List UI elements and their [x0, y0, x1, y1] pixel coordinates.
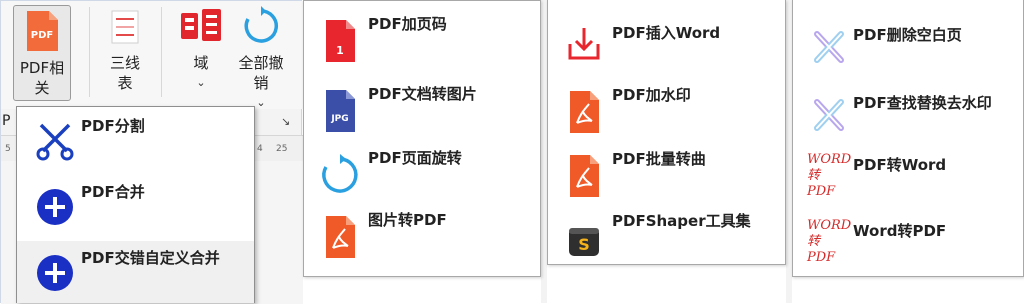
pdf-page-number-icon: 1: [320, 19, 360, 62]
menu-item-pdfshaper-tools[interactable]: S PDFShaper工具集: [548, 202, 785, 264]
menu-item-pdf-merge[interactable]: PDF合并: [17, 175, 254, 237]
menu-item-pdf-to-word[interactable]: WORD 转PDF PDF转Word: [793, 146, 1023, 208]
table-icon: [106, 5, 144, 47]
menu-item-label: PDF合并: [81, 183, 145, 201]
ruler-tick: 4: [257, 144, 263, 154]
menu-item-pdf-insert-word[interactable]: PDF插入Word: [548, 8, 785, 70]
field-label: 域: [193, 54, 209, 72]
cross-delete-icon: [809, 92, 849, 132]
menu-item-label: PDF分割: [81, 117, 145, 135]
pdf-tools-panel-1: 1 PDF加页码 JPG PDF文档转图片 PDF页面旋转 图片转PDF: [303, 0, 541, 277]
pdf-file-icon: [564, 90, 604, 133]
pdf-tools-panel-3: PDF删除空白页 PDF查找替换去水印 WORD 转PDF PDF转Word W…: [792, 0, 1024, 277]
field-icon: [178, 5, 224, 47]
undo-all-label-2: 销: [253, 74, 269, 92]
menu-item-pdf-interleave-merge[interactable]: PDF交错自定义合并: [17, 241, 254, 303]
word-to-pdf-icon: WORD 转PDF: [807, 218, 852, 265]
pdf-file-icon: [564, 154, 604, 197]
pdf-button-label-1: PDF相: [19, 59, 65, 77]
menu-item-label: PDF页面旋转: [368, 149, 462, 167]
menu-item-pdf-watermark[interactable]: PDF加水印: [548, 76, 785, 138]
rotate-icon: [242, 5, 280, 47]
menu-item-label: PDF加水印: [612, 86, 691, 104]
menu-item-label: PDF查找替换去水印: [853, 94, 992, 112]
menu-item-label: PDF删除空白页: [853, 26, 962, 44]
rotate-icon: [320, 153, 360, 193]
scissors-icon: [35, 121, 75, 161]
ribbon-divider: [161, 7, 162, 97]
pdf-file-icon: PDF: [23, 10, 61, 52]
side-letter: P: [2, 113, 11, 129]
three-line-table-button[interactable]: 三线 表: [103, 5, 147, 93]
word-icon-text-1: WORD: [807, 152, 852, 167]
menu-item-label: PDF交错自定义合并: [81, 249, 220, 267]
menu-item-pdf-split[interactable]: PDF分割: [17, 109, 254, 171]
menu-item-pdf-batch-outline[interactable]: PDF批量转曲: [548, 140, 785, 202]
menu-item-label: PDF插入Word: [612, 24, 721, 42]
word-icon-text-2: 转PDF: [807, 168, 836, 199]
dialog-launcher-icon[interactable]: ↘: [281, 115, 290, 128]
menu-item-label: PDF转Word: [853, 156, 947, 174]
menu-item-pdf-rotate[interactable]: PDF页面旋转: [304, 139, 540, 201]
pdf-related-button[interactable]: PDF PDF相 关 ⌄: [13, 5, 71, 114]
pdf-dropdown-menu: PDF分割 PDF合并 PDF交错自定义合并: [16, 106, 255, 303]
insert-download-icon: [564, 22, 604, 62]
three-line-label-1: 三线: [109, 54, 140, 72]
menu-item-pdf-to-image[interactable]: JPG PDF文档转图片: [304, 75, 540, 137]
jpg-file-icon: JPG: [320, 89, 360, 132]
menu-item-label: Word转PDF: [853, 222, 947, 240]
menu-item-label: PDFShaper工具集: [612, 212, 751, 230]
ruler-tick: 25: [276, 144, 288, 154]
pdf-tools-panel-2: PDF插入Word PDF加水印 PDF批量转曲 S PDFShaper工具集: [547, 0, 786, 265]
menu-item-label: PDF文档转图片: [368, 85, 477, 103]
ruler-tick: 5: [5, 144, 11, 154]
pdf-button-label-2: 关: [34, 79, 50, 97]
three-line-label-2: 表: [117, 74, 133, 92]
plus-circle-icon: [35, 187, 75, 227]
menu-item-label: 图片转PDF: [368, 211, 447, 229]
menu-item-word-to-pdf[interactable]: WORD 转PDF Word转PDF: [793, 212, 1023, 274]
cross-delete-icon: [809, 24, 849, 64]
field-button[interactable]: 域 ⌄: [177, 5, 225, 93]
svg-text:PDF: PDF: [31, 30, 53, 41]
plus-circle-icon: [35, 253, 75, 293]
badge-text: JPG: [330, 114, 348, 124]
menu-item-pdf-page-number[interactable]: 1 PDF加页码: [304, 5, 540, 67]
menu-item-label: PDF批量转曲: [612, 150, 706, 168]
menu-item-label: PDF加页码: [368, 15, 447, 33]
word-icon-text-1: WORD: [807, 218, 852, 233]
word-icon-text-2: 转PDF: [807, 234, 836, 265]
undo-all-button[interactable]: 全部撤 销 ⌄: [233, 5, 289, 113]
ribbon-divider: [89, 7, 90, 97]
pdfshaper-app-icon: S: [564, 216, 604, 256]
chevron-down-icon: ⌄: [196, 76, 206, 89]
badge-text: 1: [336, 44, 344, 57]
undo-all-label-1: 全部撤: [238, 54, 284, 72]
word-to-pdf-icon: WORD 转PDF: [807, 152, 852, 199]
pdf-file-icon: [320, 215, 360, 258]
menu-item-pdf-delete-blank[interactable]: PDF删除空白页: [793, 10, 1023, 72]
menu-item-pdf-find-replace-watermark[interactable]: PDF查找替换去水印: [793, 78, 1023, 140]
menu-item-image-to-pdf[interactable]: 图片转PDF: [304, 201, 540, 263]
svg-text:S: S: [578, 235, 590, 254]
chevron-down-icon: ⌄: [256, 96, 266, 109]
